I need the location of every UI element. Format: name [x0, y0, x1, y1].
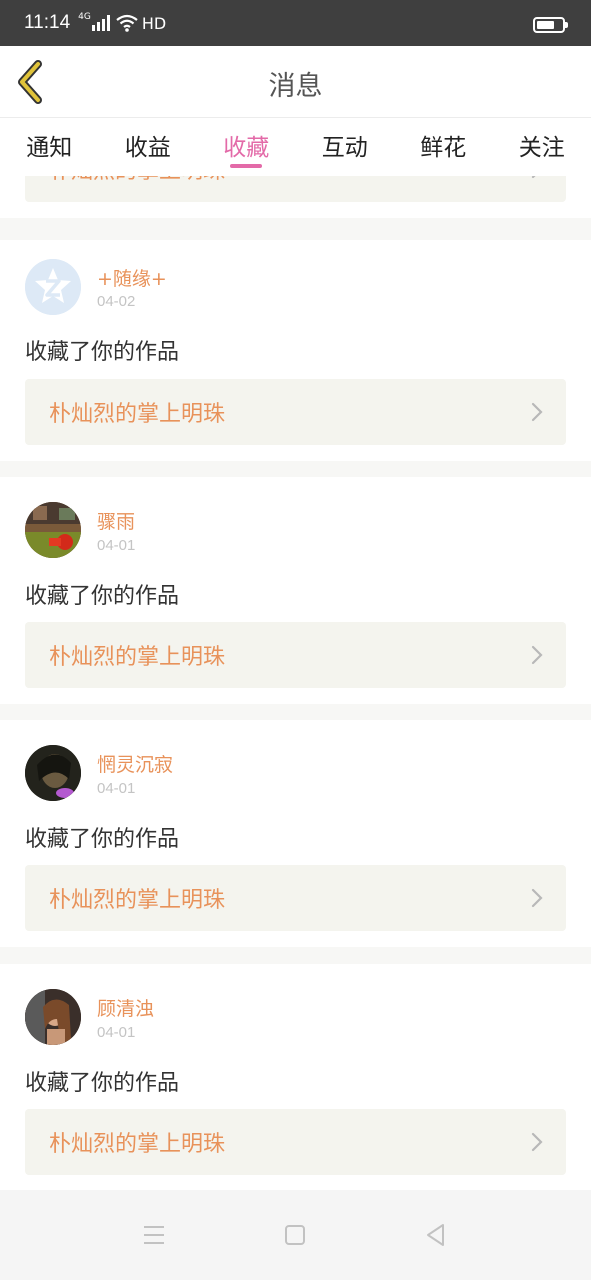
action-text: 收藏了你的作品 [25, 827, 180, 852]
avatar[interactable] [25, 259, 81, 315]
tab-bar: 通知 收益 收藏 互动 鲜花 关注 [0, 118, 591, 176]
user-name[interactable]: 顾清浊 [97, 994, 154, 1021]
notification-list[interactable]: 朴灿烈的掌上明珠 +随缘+ 04-02 收藏了你的作品 朴灿烈的掌上明珠 [0, 176, 591, 1190]
notification-card: 骤雨 04-01 收藏了你的作品 朴灿烈的掌上明珠 [0, 477, 591, 704]
notification-card: +随缘+ 04-02 收藏了你的作品 朴灿烈的掌上明珠 [0, 240, 591, 461]
work-title: 朴灿烈的掌上明珠 [49, 888, 226, 913]
avatar[interactable] [25, 502, 81, 558]
avatar[interactable] [25, 745, 81, 801]
post-date: 04-01 [97, 1024, 136, 1041]
tab-earnings[interactable]: 收益 [99, 118, 198, 176]
chevron-right-icon [531, 888, 543, 908]
menu-icon[interactable] [141, 1222, 167, 1248]
work-link[interactable]: 朴灿烈的掌上明珠 [25, 1109, 566, 1175]
user-name[interactable]: 惘灵沉寂 [97, 750, 173, 777]
signal-icon [91, 15, 110, 31]
action-text: 收藏了你的作品 [25, 340, 180, 365]
header: 消息 [0, 46, 591, 118]
chevron-right-icon [531, 645, 543, 665]
notification-card: 惘灵沉寂 04-01 收藏了你的作品 朴灿烈的掌上明珠 [0, 720, 591, 947]
work-title: 朴灿烈的掌上明珠 [49, 402, 226, 427]
work-link[interactable]: 朴灿烈的掌上明珠 [25, 622, 566, 688]
qq-avatar-icon [25, 259, 81, 315]
battery-icon [533, 17, 568, 33]
chevron-right-icon [531, 1132, 543, 1152]
user-name[interactable]: +随缘+ [97, 264, 167, 291]
notification-card: 顾清浊 04-01 收藏了你的作品 朴灿烈的掌上明珠 [0, 964, 591, 1190]
status-bar: 11:14 4G HD [0, 0, 591, 46]
photo-avatar-image [25, 502, 81, 558]
work-link[interactable]: 朴灿烈的掌上明珠 [25, 379, 566, 445]
photo-avatar-image [25, 989, 81, 1045]
tab-favorites[interactable]: 收藏 [197, 118, 296, 176]
network-type: 4G [78, 12, 91, 22]
back-nav-icon[interactable] [423, 1222, 449, 1248]
work-link[interactable]: 朴灿烈的掌上明珠 [25, 176, 566, 202]
work-title: 朴灿烈的掌上明珠 [49, 645, 226, 670]
page-title: 消息 [268, 71, 323, 102]
chevron-right-icon [531, 176, 536, 179]
post-date: 04-02 [97, 293, 136, 310]
wifi-icon [116, 14, 138, 32]
work-title: 朴灿烈的掌上明珠 [49, 1132, 226, 1157]
action-text: 收藏了你的作品 [25, 584, 180, 609]
tab-flowers[interactable]: 鲜花 [394, 118, 493, 176]
hd-indicator: HD [141, 13, 167, 33]
action-text: 收藏了你的作品 [25, 1071, 180, 1096]
work-title: 朴灿烈的掌上明珠 [49, 176, 225, 185]
avatar[interactable] [25, 989, 81, 1045]
status-time: 11:14 [24, 12, 71, 33]
tab-follows[interactable]: 关注 [493, 118, 591, 176]
tab-interactions[interactable]: 互动 [296, 118, 395, 176]
chevron-right-icon [531, 402, 543, 422]
system-nav-bar [0, 1190, 591, 1280]
work-link[interactable]: 朴灿烈的掌上明珠 [25, 865, 566, 931]
home-icon[interactable] [282, 1222, 308, 1248]
post-date: 04-01 [97, 780, 136, 797]
notification-card: 朴灿烈的掌上明珠 [0, 176, 591, 218]
tab-notifications[interactable]: 通知 [0, 118, 99, 176]
post-date: 04-01 [97, 537, 136, 554]
photo-avatar-image [25, 745, 81, 801]
user-name[interactable]: 骤雨 [97, 507, 135, 534]
